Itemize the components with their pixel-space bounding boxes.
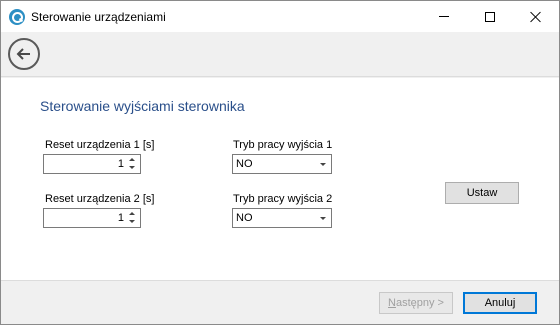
dialog-window: Sterowanie urządzeniami Sterowanie wyjśc…: [0, 0, 560, 325]
back-arrow-icon: [16, 48, 30, 60]
stepper-arrows[interactable]: [128, 210, 138, 226]
stepper-down-icon[interactable]: [129, 166, 135, 169]
minimize-button[interactable]: [421, 1, 467, 32]
output-mode-2-select[interactable]: NO: [232, 208, 332, 228]
maximize-icon: [485, 11, 495, 22]
next-button-label: astępny >: [395, 297, 444, 309]
minimize-icon: [439, 16, 449, 17]
section-title: Sterowanie wyjściami sterownika: [40, 98, 245, 114]
reset-device-1-value: 1: [117, 158, 124, 170]
reset-device-2-label: Reset urządzenia 2 [s]: [45, 193, 155, 205]
main-content: Sterowanie wyjściami sterownika Reset ur…: [1, 78, 559, 280]
chevron-down-icon: [320, 217, 326, 220]
reset-device-1-label: Reset urządzenia 1 [s]: [45, 139, 155, 151]
output-mode-2-value: NO: [236, 212, 253, 224]
stepper-arrows[interactable]: [128, 156, 138, 172]
cancel-button[interactable]: Anuluj: [463, 292, 537, 314]
set-button[interactable]: Ustaw: [445, 182, 519, 204]
close-icon: [530, 11, 542, 23]
output-mode-2-label: Tryb pracy wyjścia 2: [233, 193, 333, 205]
stepper-down-icon[interactable]: [129, 220, 135, 223]
title-bar: Sterowanie urządzeniami: [1, 1, 559, 32]
stepper-up-icon[interactable]: [129, 212, 135, 215]
close-button[interactable]: [513, 1, 559, 32]
footer: Następny > Anuluj: [1, 280, 559, 324]
stepper-up-icon[interactable]: [129, 158, 135, 161]
next-button[interactable]: Następny >: [379, 292, 453, 314]
next-button-mnemonic: N: [388, 297, 396, 309]
reset-device-2-value: 1: [117, 212, 124, 224]
app-icon: [9, 9, 25, 25]
output-mode-1-label: Tryb pracy wyjścia 1: [233, 139, 333, 151]
output-mode-1-select[interactable]: NO: [232, 154, 332, 174]
back-button[interactable]: [8, 38, 40, 70]
reset-device-1-stepper[interactable]: 1: [43, 154, 141, 174]
navigation-bar: [1, 32, 559, 77]
chevron-down-icon: [320, 163, 326, 166]
reset-device-2-stepper[interactable]: 1: [43, 208, 141, 228]
window-title: Sterowanie urządzeniami: [31, 10, 166, 24]
output-mode-1-value: NO: [236, 158, 253, 170]
maximize-button[interactable]: [467, 1, 513, 32]
